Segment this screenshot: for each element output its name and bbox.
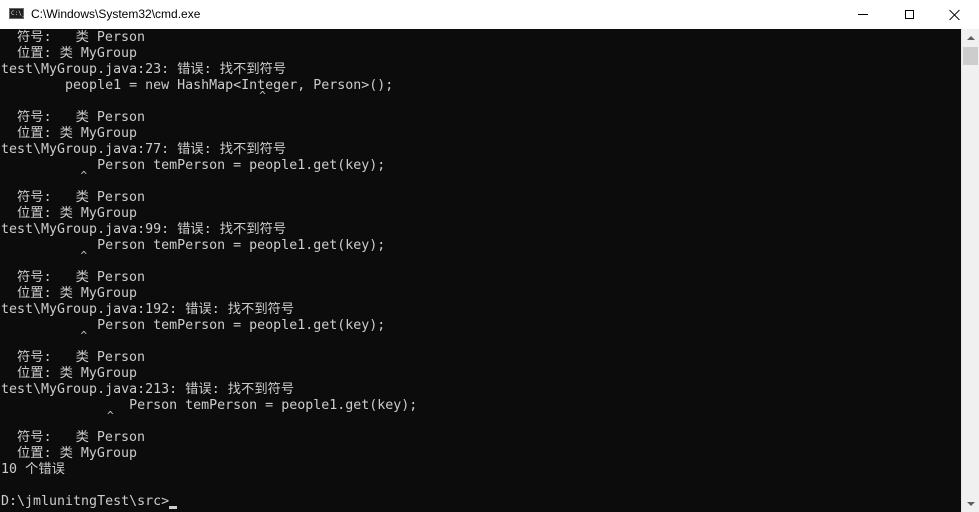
console-line: 位置: 类 MyGroup [1, 286, 137, 301]
console-line: 符号: 类 Person [1, 190, 145, 205]
console-line: test\MyGroup.java:23: 错误: 找不到符号 [1, 62, 287, 77]
error-caret-line: ^ [1, 329, 88, 342]
console-line: 符号: 类 Person [1, 270, 145, 285]
console-line: 符号: 类 Person [1, 430, 145, 445]
close-button[interactable] [932, 0, 978, 29]
minimize-button[interactable] [840, 0, 886, 29]
console-line: test\MyGroup.java:99: 错误: 找不到符号 [1, 222, 287, 237]
scrollbar-thumb[interactable] [963, 47, 978, 65]
console-line: 位置: 类 MyGroup [1, 46, 137, 61]
error-caret-line: ^ [1, 249, 88, 262]
console-line: 位置: 类 MyGroup [1, 446, 137, 461]
error-caret-line: ^ [1, 409, 114, 422]
console-line: 符号: 类 Person [1, 350, 145, 365]
minimize-icon [858, 14, 868, 15]
scroll-up-button[interactable] [962, 29, 979, 46]
text-cursor [169, 506, 178, 509]
console-line: 位置: 类 MyGroup [1, 126, 137, 141]
maximize-button[interactable] [886, 0, 932, 29]
console-line: 符号: 类 Person [1, 30, 145, 45]
chevron-up-icon [966, 35, 975, 40]
console-line: 位置: 类 MyGroup [1, 366, 137, 381]
console-line: 10 个错误 [1, 462, 65, 477]
maximize-icon [904, 10, 914, 19]
cmd-icon [9, 8, 25, 19]
title-bar[interactable]: C:\Windows\System32\cmd.exe [0, 0, 979, 29]
console-line: 符号: 类 Person [1, 110, 145, 125]
scroll-down-button[interactable] [962, 495, 979, 512]
console-line: test\MyGroup.java:213: 错误: 找不到符号 [1, 382, 295, 397]
console-line: test\MyGroup.java:192: 错误: 找不到符号 [1, 302, 295, 317]
error-caret-line: ^ [1, 169, 88, 182]
console-line: 位置: 类 MyGroup [1, 206, 137, 221]
chevron-down-icon [966, 501, 975, 506]
error-caret-line: ^ [1, 89, 266, 102]
command-prompt[interactable]: D:\jmlunitngTest\src> [1, 494, 178, 510]
console-line: test\MyGroup.java:77: 错误: 找不到符号 [1, 142, 287, 157]
close-icon [949, 9, 961, 21]
console-output[interactable]: 符号: 类 Person 位置: 类 MyGroup test\MyGroup.j… [0, 29, 961, 512]
vertical-scrollbar[interactable] [961, 29, 979, 512]
window-title: C:\Windows\System32\cmd.exe [31, 7, 201, 21]
